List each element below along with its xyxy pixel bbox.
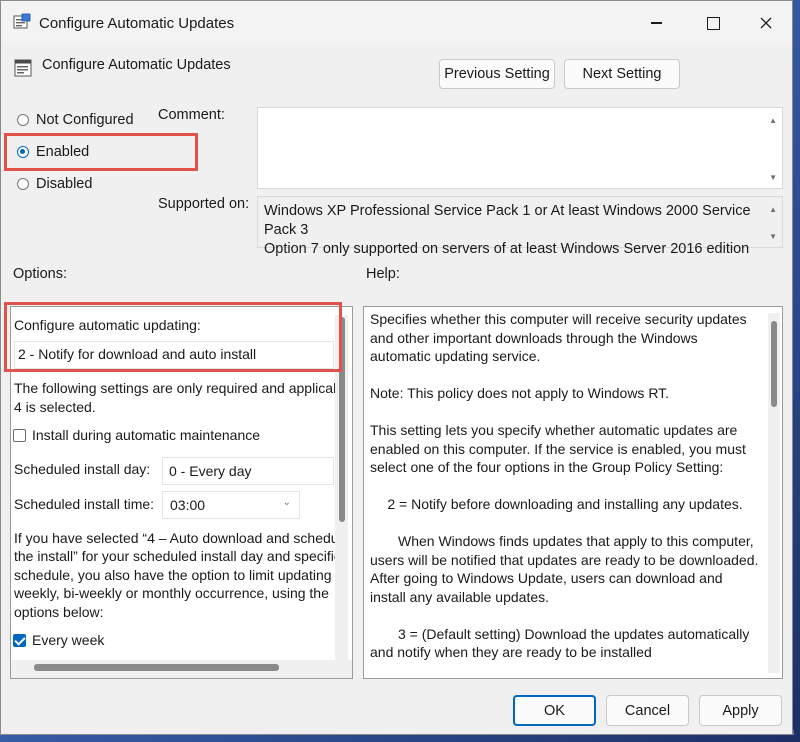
help-vertical-scrollbar[interactable] [768,313,780,673]
help-label: Help: [366,266,400,282]
help-paragraph: When Windows finds updates that apply to… [370,533,759,605]
radio-button[interactable] [17,114,29,126]
install-time-dropdown[interactable]: 03:00 ⌄ [162,491,300,519]
title-bar[interactable]: Configure Automatic Updates [1,1,792,45]
settings-note-line: 4 is selected. [14,399,96,415]
schedule-paragraph-line: the install” for your scheduled install … [14,548,342,564]
radio-not-configured[interactable]: Not Configured [17,112,134,128]
help-paragraph: Specifies whether this computer will rec… [370,311,747,364]
options-label: Options: [13,266,67,282]
scroll-down-icon[interactable]: ▼ [769,232,777,241]
close-button[interactable] [743,1,789,45]
help-paragraph: Note: This policy does not apply to Wind… [370,385,670,401]
schedule-paragraph-line: weekly, bi-weekly or monthly occurrence,… [14,585,329,601]
maximize-button[interactable] [690,1,736,45]
radio-label: Disabled [36,176,93,192]
radio-button[interactable] [17,178,29,190]
cancel-button[interactable]: Cancel [606,695,689,726]
ok-button[interactable]: OK [513,695,596,726]
maintenance-checkbox[interactable] [13,429,26,442]
policy-dialog: Configure Automatic Updates Configure Au… [0,0,793,735]
scrollbar-thumb[interactable] [34,664,279,671]
window-title: Configure Automatic Updates [39,15,235,32]
help-text: Specifies whether this computer will rec… [370,310,760,678]
previous-setting-button[interactable]: Previous Setting [439,59,555,89]
maximize-icon [706,16,720,30]
chevron-down-icon: ⌄ [282,497,291,508]
every-week-label: Every week [32,632,105,648]
supported-on-label: Supported on: [158,196,250,212]
comment-field[interactable]: ▲ ▼ [257,107,783,189]
install-time-label: Scheduled install time: [14,496,155,512]
policy-settings-icon [13,13,31,29]
schedule-paragraph-line: If you have selected “4 – Auto download … [14,530,339,546]
comment-label: Comment: [158,107,225,123]
supported-line: Option 7 only supported on servers of at… [264,241,750,257]
help-paragraph: 3 = (Default setting) Download the updat… [370,625,750,661]
every-week-checkbox[interactable] [13,634,26,647]
next-setting-button[interactable]: Next Setting [564,59,680,89]
install-day-dropdown[interactable]: 0 - Every day [162,457,334,485]
help-panel: Specifies whether this computer will rec… [363,306,783,679]
policy-settings-icon [14,59,32,77]
schedule-paragraph-line: options below: [14,604,104,620]
radio-label: Not Configured [36,112,134,128]
minimize-button[interactable] [633,1,679,45]
schedule-paragraph-line: schedule, you also have the option to li… [14,567,332,583]
scroll-down-icon[interactable]: ▼ [769,173,777,182]
minimize-icon [650,22,662,24]
dropdown-value: 0 - Every day [169,463,252,479]
supported-line: Windows XP Professional Service Pack 1 o… [264,203,751,238]
help-paragraph: 2 = Notify before downloading and instal… [387,496,743,512]
highlight-box-enabled [4,133,198,171]
options-horizontal-scrollbar[interactable] [11,660,352,678]
settings-note-line: The following settings are only required… [14,380,341,396]
maintenance-label: Install during automatic maintenance [32,427,261,443]
supported-on-text: Windows XP Professional Service Pack 1 o… [264,202,769,259]
apply-button[interactable]: Apply [699,695,782,726]
highlight-box-configure-updating [4,302,342,372]
scroll-up-icon[interactable]: ▲ [769,205,777,214]
close-icon [760,17,772,29]
install-day-label: Scheduled install day: [14,461,151,477]
policy-heading: Configure Automatic Updates [42,57,231,73]
dropdown-value: 03:00 [170,497,206,513]
scrollbar-thumb[interactable] [771,321,777,407]
radio-disabled[interactable]: Disabled [17,176,92,192]
help-paragraph: This setting lets you specify whether au… [370,422,746,475]
scroll-up-icon[interactable]: ▲ [769,116,777,125]
